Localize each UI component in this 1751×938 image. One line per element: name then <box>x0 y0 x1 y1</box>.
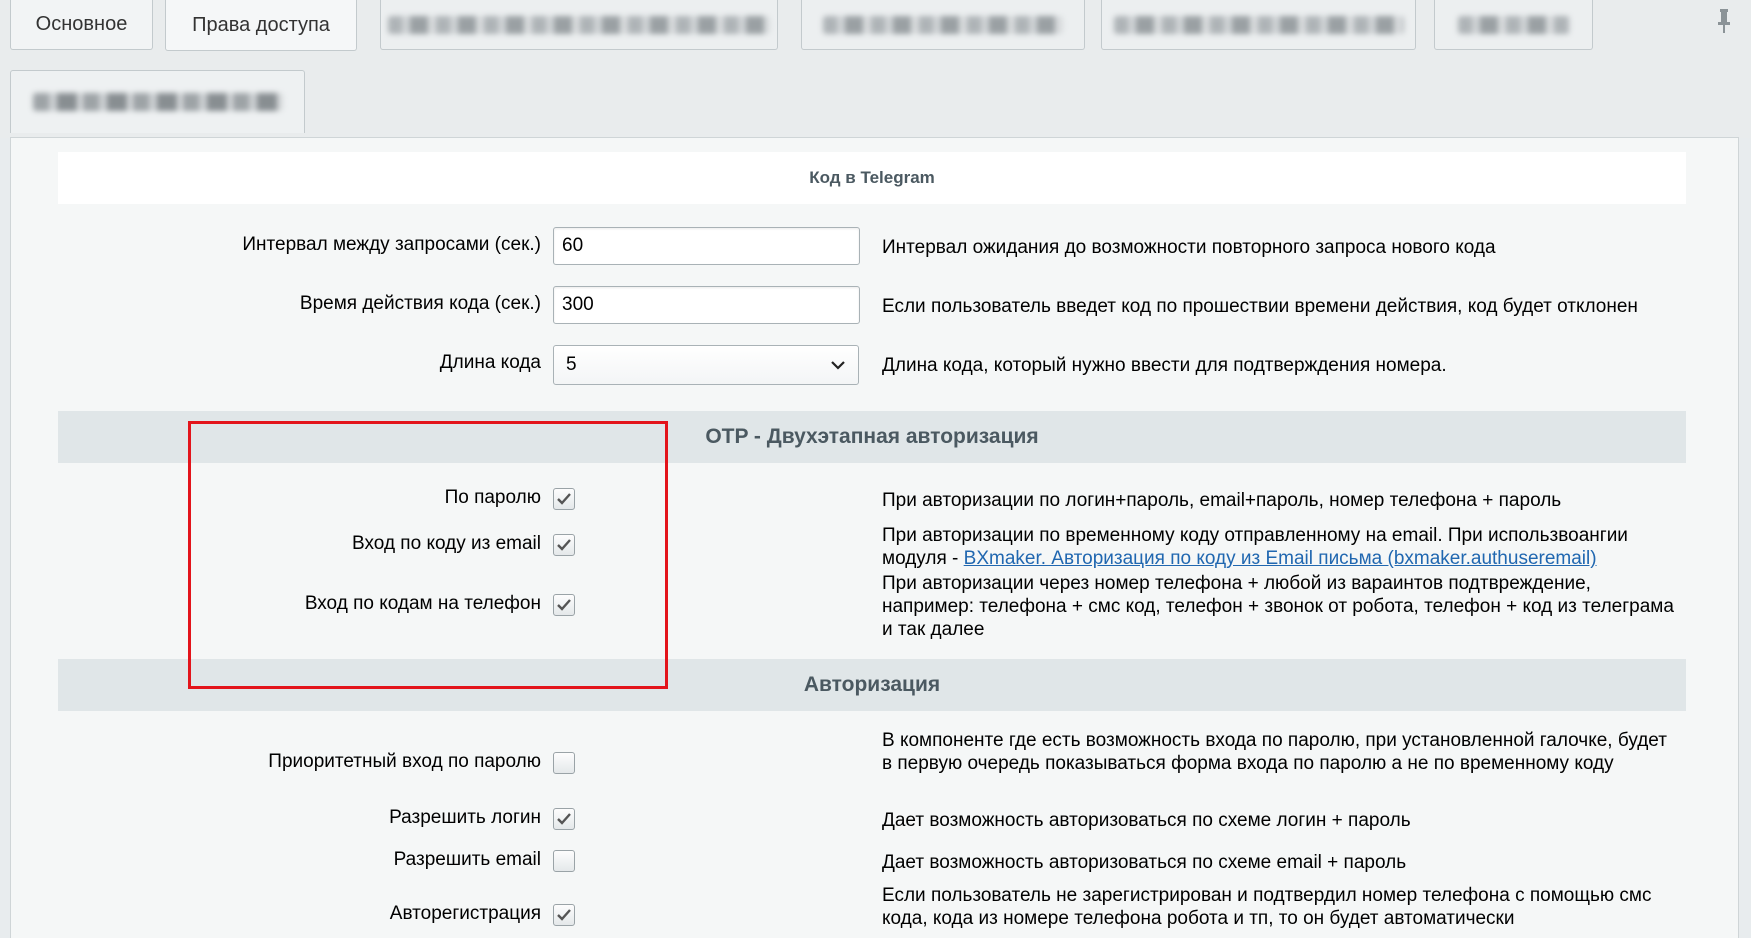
checkmark-icon <box>557 493 571 505</box>
tab-bar: Основное Права доступа <box>0 0 1751 59</box>
priority-password-checkbox[interactable] <box>553 752 575 774</box>
otp-phone-description: При авторизации через номер телефона + л… <box>882 573 1674 640</box>
section-header-telegram: Код в Telegram <box>58 152 1686 204</box>
blurred-text <box>823 15 1063 34</box>
otp-email-label: Вход по коду из email <box>352 533 541 554</box>
autoreg-label: Авторегистрация <box>389 903 541 924</box>
lifetime-label: Время действия кода (сек.) <box>299 293 541 314</box>
blurred-text <box>1113 15 1404 34</box>
priority-password-description: В компоненте где есть возможность входа … <box>882 730 1667 774</box>
otp-password-checkbox[interactable] <box>553 488 575 510</box>
autoreg-description: Если пользователь не зарегистрирован и п… <box>882 885 1652 929</box>
tab-main[interactable]: Основное <box>10 0 153 50</box>
tab-blurred-5[interactable] <box>10 70 305 133</box>
section-header-auth: Авторизация <box>58 659 1686 711</box>
code-length-description: Длина кода, который нужно ввести для под… <box>882 355 1447 376</box>
otp-password-label: По паролю <box>444 487 541 508</box>
interval-input[interactable]: 60 <box>553 227 860 265</box>
otp-email-checkbox[interactable] <box>553 534 575 556</box>
blurred-text <box>32 93 283 111</box>
tab-access-rights-label: Права доступа <box>192 13 330 36</box>
tab-blurred-4[interactable] <box>1434 0 1593 50</box>
tab-bar-second-row <box>0 58 1751 138</box>
otp-password-description: При авторизации по логин+пароль, email+п… <box>882 490 1562 511</box>
tab-blurred-2[interactable] <box>801 0 1085 50</box>
checkmark-icon <box>557 909 571 921</box>
otp-phone-label: Вход по кодам на телефон <box>304 593 541 614</box>
allow-login-checkbox[interactable] <box>553 808 575 830</box>
checkmark-icon <box>557 813 571 825</box>
code-length-label: Длина кода <box>439 352 541 373</box>
chevron-down-icon <box>831 361 845 370</box>
tab-main-label: Основное <box>35 13 128 35</box>
allow-login-description: Дает возможность авторизоваться по схеме… <box>882 810 1411 831</box>
allow-email-checkbox[interactable] <box>553 850 575 872</box>
otp-email-description: При авторизации по временному коду отпра… <box>882 524 1682 570</box>
autoreg-checkbox[interactable] <box>553 904 575 926</box>
allow-login-label: Разрешить логин <box>389 807 541 828</box>
tab-access-rights[interactable]: Права доступа <box>165 0 357 51</box>
allow-email-description: Дает возможность авторизоваться по схеме… <box>882 852 1407 873</box>
interval-input-value: 60 <box>562 235 584 256</box>
lifetime-input-value: 300 <box>562 294 594 315</box>
allow-email-label: Разрешить email <box>393 849 541 870</box>
code-length-select[interactable]: 5 <box>553 345 859 385</box>
section-header-otp: OTP - Двухэтапная авторизация <box>58 411 1686 463</box>
checkmark-icon <box>557 599 571 611</box>
blurred-text <box>1457 15 1570 34</box>
otp-phone-checkbox[interactable] <box>553 594 575 616</box>
tab-blurred-3[interactable] <box>1101 0 1416 50</box>
blurred-text <box>388 15 770 34</box>
tab-blurred-1[interactable] <box>380 0 778 50</box>
interval-description: Интервал ожидания до возможности повторн… <box>882 237 1496 258</box>
bxmaker-module-link[interactable]: BXmaker. Авторизация по коду из Email пи… <box>964 548 1597 569</box>
lifetime-description: Если пользователь введет код по прошеств… <box>882 296 1638 317</box>
priority-password-label: Приоритетный вход по паролю <box>268 751 541 772</box>
pin-icon[interactable] <box>1713 8 1735 38</box>
interval-label: Интервал между запросами (сек.) <box>242 234 541 255</box>
code-length-select-value: 5 <box>566 354 577 375</box>
lifetime-input[interactable]: 300 <box>553 286 860 324</box>
checkmark-icon <box>557 539 571 551</box>
